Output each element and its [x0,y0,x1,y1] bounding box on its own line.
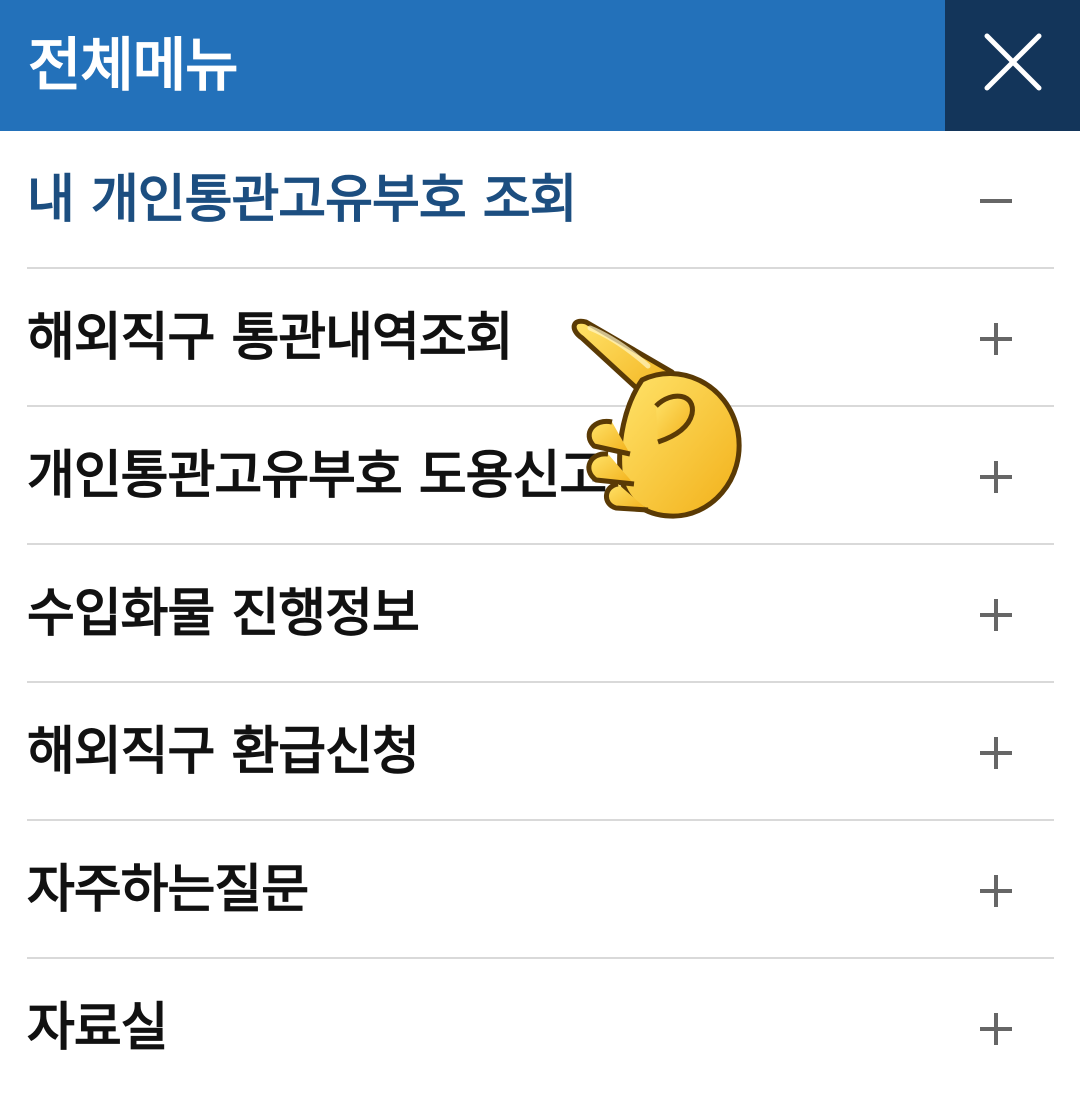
menu-item-overseas-purchase-refund[interactable]: 해외직구 환급신청 [27,683,1054,821]
plus-icon[interactable] [978,321,1014,357]
plus-icon[interactable] [978,1011,1014,1047]
menu-header: 전체메뉴 [0,0,1080,131]
menu-item-import-cargo-progress[interactable]: 수입화물 진행정보 [27,545,1054,683]
menu-item-label: 내 개인통관고유부호 조회 [27,170,577,230]
close-button[interactable] [945,0,1080,131]
plus-icon[interactable] [978,597,1014,633]
menu-item-label: 수입화물 진행정보 [27,584,420,644]
menu-item-label: 개인통관고유부호 도용신고 [27,446,607,506]
menu-item-resources[interactable]: 자료실 [27,959,1054,1097]
pointing-hand-emoji-icon [571,318,742,519]
menu-item-label: 해외직구 환급신청 [27,722,420,782]
menu-item-label: 해외직구 통관내역조회 [27,308,514,368]
plus-icon[interactable] [978,873,1014,909]
minus-icon[interactable] [978,183,1014,219]
menu-item-customs-code-theft-report[interactable]: 개인통관고유부호 도용신고 [27,407,1054,545]
menu-list: 내 개인통관고유부호 조회 해외직구 통관내역조회 개인통관고유부호 도용신고 … [27,131,1054,1097]
menu-item-faq[interactable]: 자주하는질문 [27,821,1054,959]
close-icon [984,33,1042,91]
plus-icon[interactable] [978,459,1014,495]
plus-icon[interactable] [978,735,1014,771]
menu-item-overseas-purchase-customs-history[interactable]: 해외직구 통관내역조회 [27,269,1054,407]
menu-item-personal-customs-code-lookup[interactable]: 내 개인통관고유부호 조회 [27,131,1054,269]
menu-item-label: 자주하는질문 [27,860,309,920]
menu-item-label: 자료실 [27,998,169,1058]
page-title: 전체메뉴 [28,31,238,99]
